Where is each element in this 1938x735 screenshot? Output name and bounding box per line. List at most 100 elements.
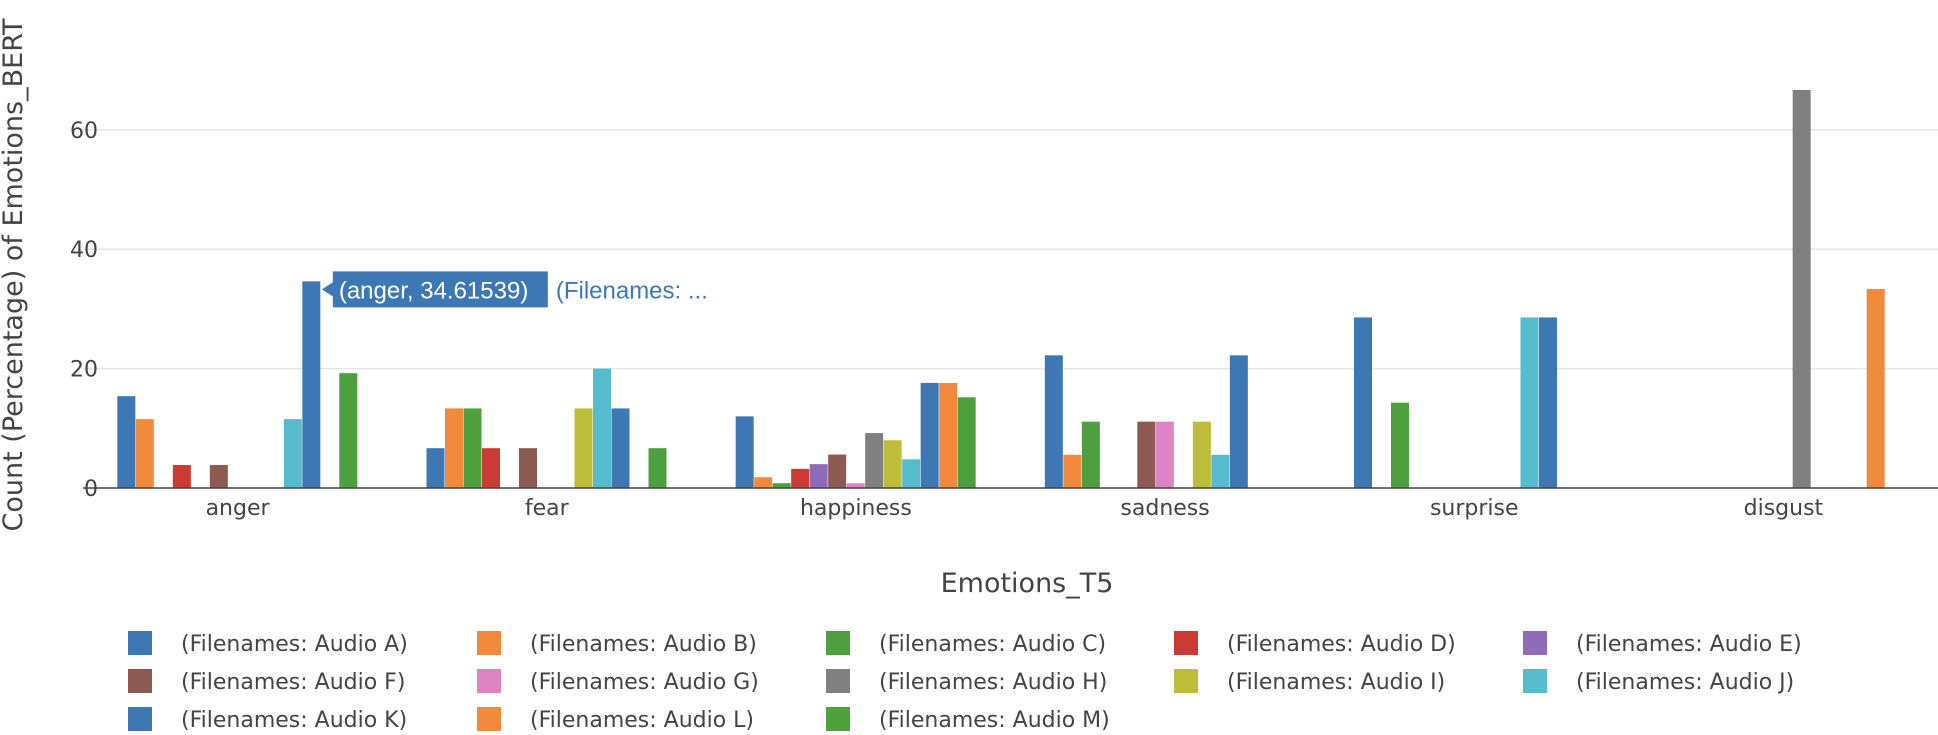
bar[interactable] <box>611 408 630 488</box>
bar[interactable] <box>135 419 154 488</box>
legend-label: (Filenames: Audio J) <box>1576 670 1794 695</box>
bar[interactable] <box>648 448 667 488</box>
legend-item[interactable]: (Filenames: Audio K) <box>128 707 407 733</box>
x-tick-label: disgust <box>1744 496 1824 521</box>
gridlines <box>83 129 1938 370</box>
legend-item[interactable]: (Filenames: Audio G) <box>477 669 759 695</box>
bar[interactable] <box>735 416 754 488</box>
legend-swatch <box>1523 669 1547 693</box>
bar-chart: 0 20 40 60 anger fear happiness sadness surpris… <box>0 18 1938 733</box>
bar[interactable] <box>1211 454 1230 488</box>
hover-tooltip: (anger, 34.61539) (Filenames: ... <box>321 271 708 308</box>
y-tick-label: 40 <box>70 238 98 263</box>
legend-item[interactable]: (Filenames: Audio A) <box>128 631 408 657</box>
legend-item[interactable]: (Filenames: Audio I) <box>1174 669 1445 695</box>
bar[interactable] <box>1866 289 1885 488</box>
legend-item[interactable]: (Filenames: Audio F) <box>128 669 405 695</box>
bar[interactable] <box>172 465 191 488</box>
x-tick-label: happiness <box>800 496 912 521</box>
bar[interactable] <box>445 408 463 488</box>
bar[interactable] <box>593 368 611 488</box>
legend-item[interactable]: (Filenames: Audio E) <box>1523 631 1802 657</box>
legend-label: (Filenames: Audio C) <box>879 632 1106 657</box>
legend-swatch <box>1523 631 1547 655</box>
legend-label: (Filenames: Audio M) <box>879 708 1110 733</box>
legend-swatch <box>1174 631 1198 655</box>
x-tick-labels: anger fear happiness sadness surprise disgust <box>206 496 1824 521</box>
legend-label: (Filenames: Audio L) <box>530 708 754 733</box>
legend-item[interactable]: (Filenames: Audio J) <box>1523 669 1794 695</box>
legend[interactable]: (Filenames: Audio A) (Filenames: Audio B)… <box>128 631 1802 733</box>
legend-swatch <box>826 707 850 731</box>
bar[interactable] <box>519 448 537 488</box>
legend-item[interactable]: (Filenames: Audio B) <box>477 631 757 657</box>
bar[interactable] <box>828 454 847 488</box>
bar[interactable] <box>939 382 958 488</box>
legend-item[interactable]: (Filenames: Audio D) <box>1174 631 1456 657</box>
legend-item[interactable]: (Filenames: Audio H) <box>826 669 1107 695</box>
bar[interactable] <box>302 281 321 488</box>
y-tick-label: 20 <box>70 358 98 383</box>
bar[interactable] <box>209 465 228 488</box>
bar[interactable] <box>482 448 500 488</box>
legend-swatch <box>477 707 501 731</box>
legend-label: (Filenames: Audio K) <box>181 708 407 733</box>
legend-swatch <box>128 707 152 731</box>
legend-label: (Filenames: Audio F) <box>181 670 405 695</box>
bar[interactable] <box>574 408 593 488</box>
x-tick-label: surprise <box>1430 496 1519 521</box>
bar[interactable] <box>865 433 884 488</box>
legend-item[interactable]: (Filenames: Audio C) <box>826 631 1106 657</box>
legend-label: (Filenames: Audio D) <box>1227 632 1456 657</box>
bar[interactable] <box>1063 454 1082 488</box>
tooltip-series-name: (Filenames: ... <box>556 277 708 304</box>
y-axis-title: Count (Percentage) of Emotions_BERT <box>0 18 29 531</box>
bar[interactable] <box>463 408 482 488</box>
legend-swatch <box>477 631 501 655</box>
legend-item[interactable]: (Filenames: Audio M) <box>826 707 1110 733</box>
legend-item[interactable]: (Filenames: Audio L) <box>477 707 754 733</box>
y-tick-label: 0 <box>84 477 98 502</box>
legend-label: (Filenames: Audio E) <box>1576 632 1802 657</box>
bar[interactable] <box>1354 317 1372 488</box>
bar[interactable] <box>1155 421 1174 488</box>
legend-label: (Filenames: Audio G) <box>530 670 759 695</box>
bar[interactable] <box>1539 317 1557 488</box>
bar[interactable] <box>883 440 902 488</box>
bar[interactable] <box>1792 89 1811 488</box>
legend-swatch <box>826 669 850 693</box>
bar[interactable] <box>902 459 921 488</box>
bar[interactable] <box>809 464 828 488</box>
legend-label: (Filenames: Audio B) <box>530 632 757 657</box>
legend-label: (Filenames: Audio I) <box>1227 670 1445 695</box>
bar[interactable] <box>1520 317 1539 488</box>
legend-label: (Filenames: Audio A) <box>181 632 408 657</box>
bar[interactable] <box>1044 355 1063 488</box>
bar[interactable] <box>1192 421 1211 488</box>
x-tick-label: sadness <box>1120 496 1209 521</box>
x-tick-label: anger <box>206 496 271 521</box>
legend-swatch <box>128 669 152 693</box>
legend-swatch <box>477 669 501 693</box>
bar[interactable] <box>754 477 773 488</box>
bar[interactable] <box>1081 421 1100 488</box>
y-tick-label: 60 <box>70 119 98 144</box>
tooltip-label: (anger, 34.61539) <box>339 277 528 304</box>
bar[interactable] <box>957 397 976 488</box>
bar[interactable] <box>117 396 136 488</box>
bar[interactable] <box>791 468 810 488</box>
y-tick-labels: 0 20 40 60 <box>70 119 98 502</box>
bar[interactable] <box>426 448 445 488</box>
legend-swatch <box>128 631 152 655</box>
legend-label: (Filenames: Audio H) <box>879 670 1107 695</box>
bar[interactable] <box>1137 421 1156 488</box>
bar[interactable] <box>1391 402 1409 488</box>
legend-swatch <box>826 631 850 655</box>
bar[interactable] <box>283 419 302 488</box>
bar[interactable] <box>920 382 939 488</box>
bar[interactable] <box>339 373 358 488</box>
x-axis-title: Emotions_T5 <box>941 568 1114 599</box>
x-tick-label: fear <box>525 496 570 521</box>
bar[interactable] <box>1229 355 1248 488</box>
legend-swatch <box>1174 669 1198 693</box>
